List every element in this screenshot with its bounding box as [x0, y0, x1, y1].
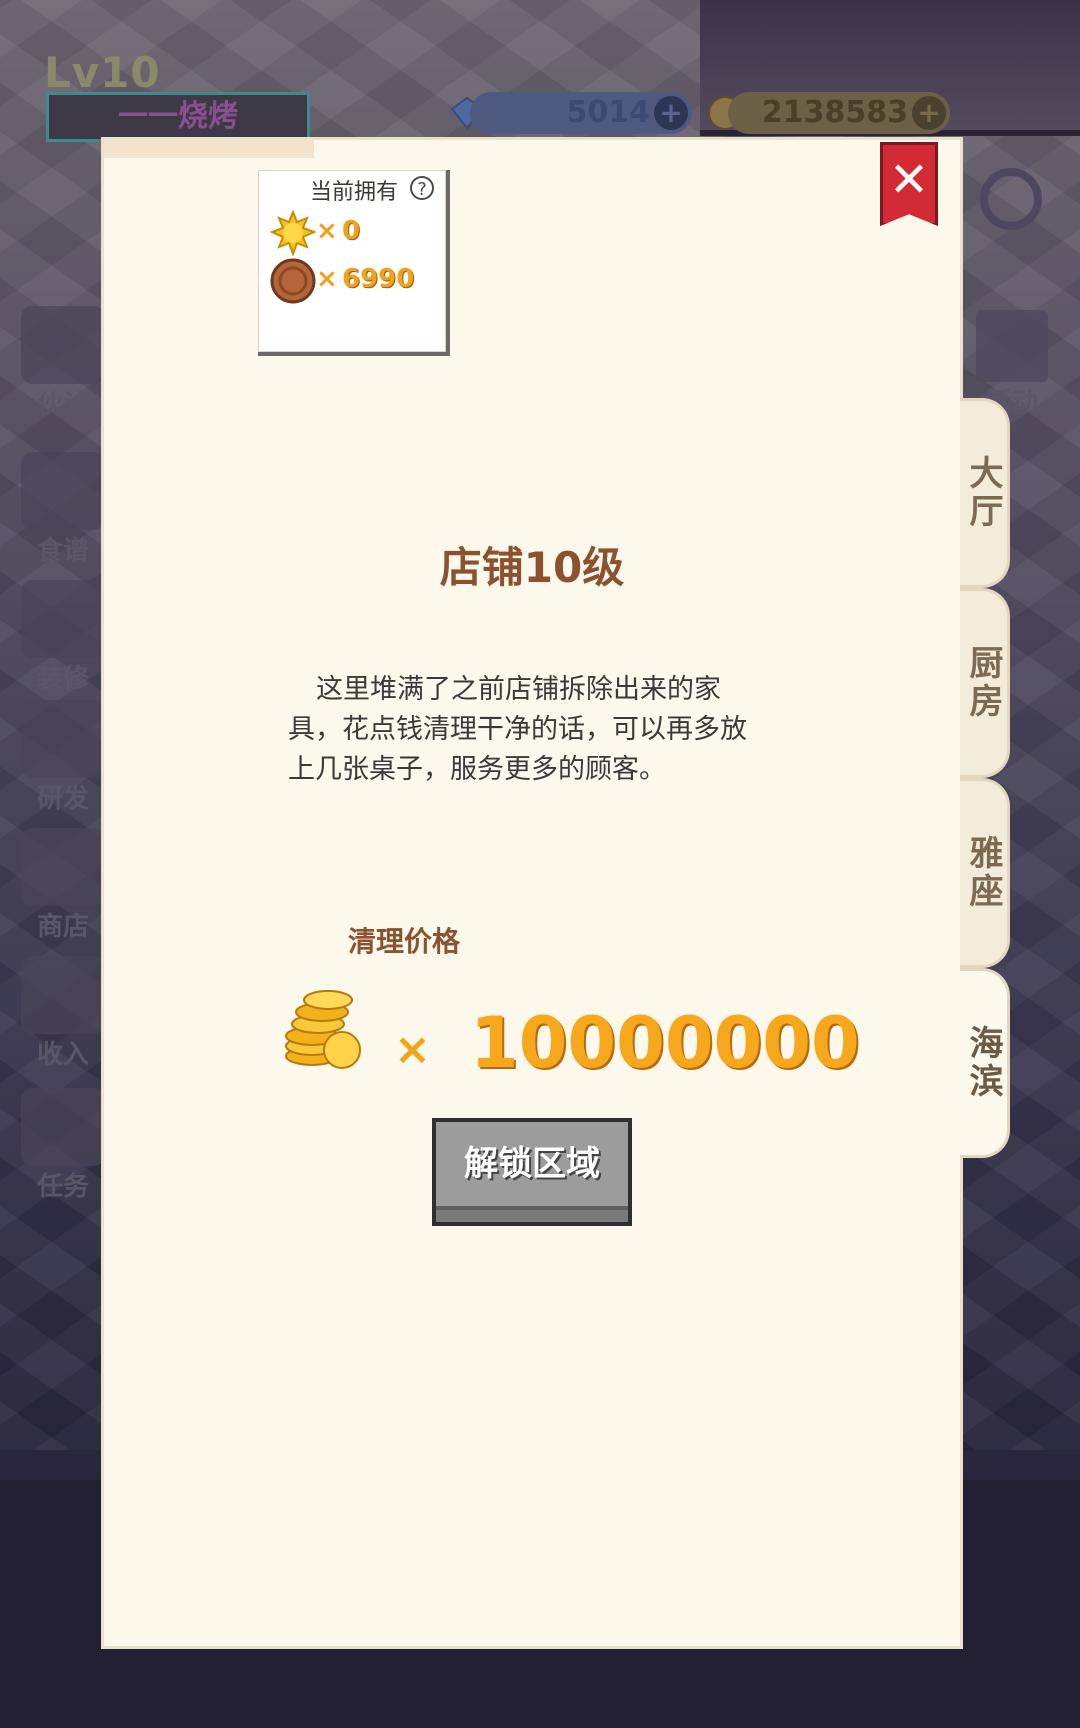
table-icon [21, 580, 105, 658]
clear-price: 10000000 [470, 1002, 860, 1084]
close-button[interactable]: ✕ [880, 142, 938, 226]
tab-hall[interactable]: 大厅 [960, 398, 1010, 588]
magnifier-icon [21, 700, 105, 778]
owned-title: 当前拥有 [310, 180, 399, 205]
sun-medal-count: 0 [342, 216, 361, 246]
gem-count: 5014 [566, 95, 651, 130]
gold-count: 2138583 [761, 95, 908, 130]
copper-coin-count: 6990 [342, 264, 415, 294]
calendar-icon [976, 310, 1048, 382]
tab-kitchen[interactable]: 厨房 [960, 588, 1010, 778]
sidebar-item-staff[interactable]: 伙计 [18, 306, 108, 421]
sidebar-item-label: 装修 [36, 664, 89, 694]
chart-icon [21, 956, 105, 1034]
notepad-icon [21, 1088, 105, 1166]
copper-coin-icon [270, 258, 316, 304]
close-icon: ✕ [888, 152, 930, 208]
settings-gear-icon[interactable] [980, 168, 1042, 230]
gold-coin-stack-icon [285, 990, 361, 1069]
dialog-title: 店铺10级 [439, 543, 625, 592]
sidebar-item-decorate[interactable]: 装修 [18, 580, 108, 695]
times-sign: × [316, 216, 338, 246]
shop-icon [21, 828, 105, 906]
sidebar-item-shop[interactable]: 商店 [18, 828, 108, 943]
player-level: Lv10 [44, 48, 161, 97]
sidebar-item-label: 研发 [36, 784, 89, 814]
gem-counter: 5014 + [470, 92, 692, 134]
dialog-description: 这里堆满了之前店铺拆除出来的家具，花点钱清理干净的话，可以再多放上几张桌子，服务… [288, 674, 747, 785]
unlock-area-button[interactable]: 解锁区域 [432, 1118, 632, 1226]
sidebar-item-income[interactable]: 收入 [18, 956, 108, 1071]
gold-counter: 2138583 + [728, 92, 950, 134]
sidebar-item-recipes[interactable]: 食谱 [18, 452, 108, 567]
add-gems-button[interactable]: + [654, 96, 688, 130]
tab-private-room[interactable]: 雅座 [960, 778, 1010, 968]
sidebar-item-tasks[interactable]: 任务 [18, 1088, 108, 1203]
shop-name-plate: 一一烧烤 [46, 92, 310, 142]
sidebar-item-research[interactable]: 研发 [18, 700, 108, 815]
sidebar-item-label: 食谱 [36, 536, 89, 566]
dish-icon [21, 452, 105, 530]
owned-currency-box: 当前拥有 ? × 0 × 6990 [258, 170, 450, 356]
sun-medal-icon [270, 210, 316, 256]
chef-hat-icon [21, 306, 105, 384]
add-gold-button[interactable]: + [912, 96, 946, 130]
unlock-area-dialog [104, 140, 960, 1646]
times-sign: × [316, 264, 338, 294]
sidebar-item-label: 任务 [36, 1172, 89, 1202]
sidebar-item-label: 收入 [36, 1040, 89, 1070]
price-label: 清理价格 [348, 925, 461, 958]
times-sign: × [394, 1024, 431, 1075]
help-icon[interactable]: ? [410, 176, 434, 200]
sidebar-item-label: 商店 [36, 912, 89, 942]
sidebar-item-label: 伙计 [36, 390, 89, 420]
tab-seaside[interactable]: 海滨 [960, 968, 1010, 1158]
